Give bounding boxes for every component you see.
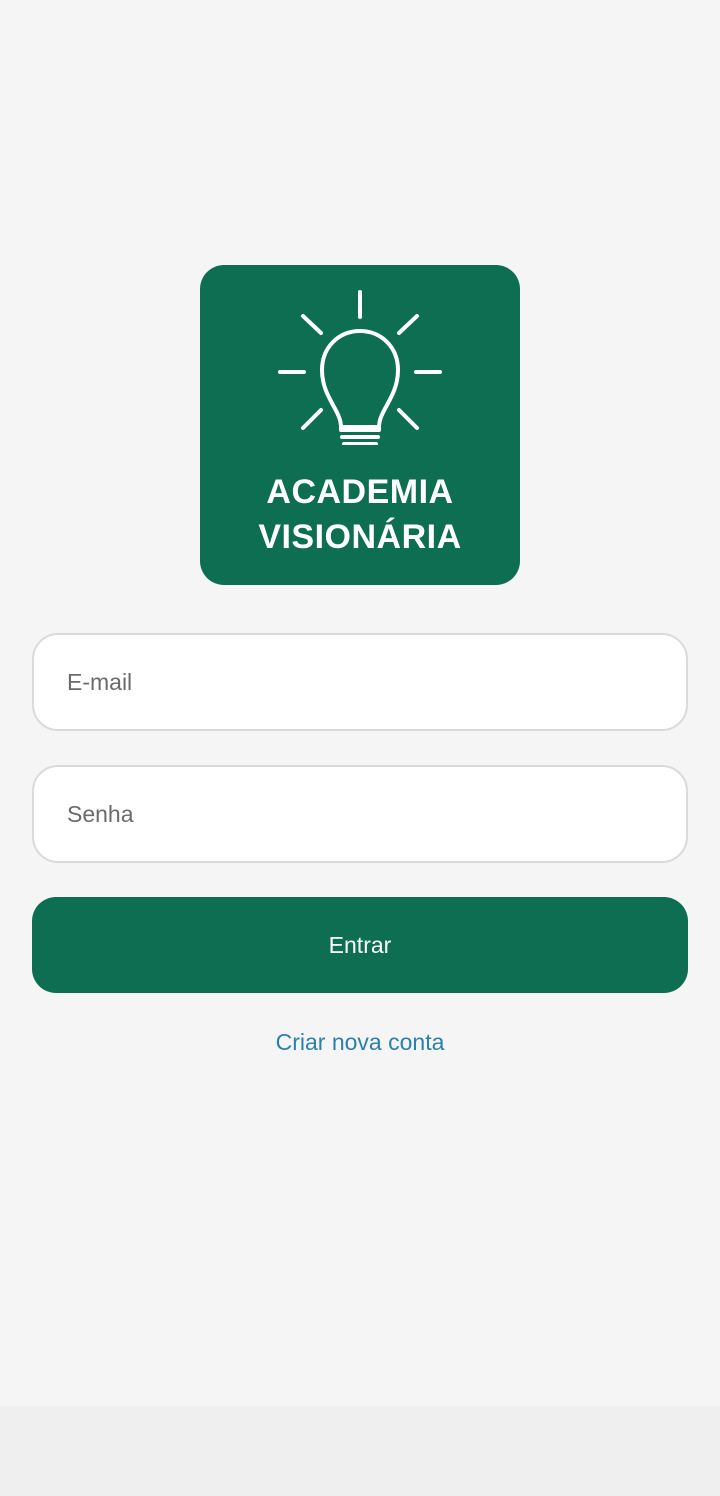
email-field-container xyxy=(32,633,688,731)
password-input[interactable] xyxy=(34,767,686,861)
logo-text-line-2: VISIONÁRIA xyxy=(258,518,462,556)
login-button[interactable]: Entrar xyxy=(32,897,688,993)
login-screen: ACADEMIA VISIONÁRIA Entrar Criar nova co… xyxy=(0,0,720,1496)
lightbulb-icon xyxy=(278,290,442,445)
system-navigation-bar xyxy=(0,1406,720,1496)
logo-text-line-1: ACADEMIA xyxy=(266,473,454,511)
email-input[interactable] xyxy=(34,635,686,729)
create-account-link[interactable]: Criar nova conta xyxy=(0,1024,720,1060)
password-field-container xyxy=(32,765,688,863)
academia-visionaria-logo: ACADEMIA VISIONÁRIA xyxy=(200,265,520,585)
